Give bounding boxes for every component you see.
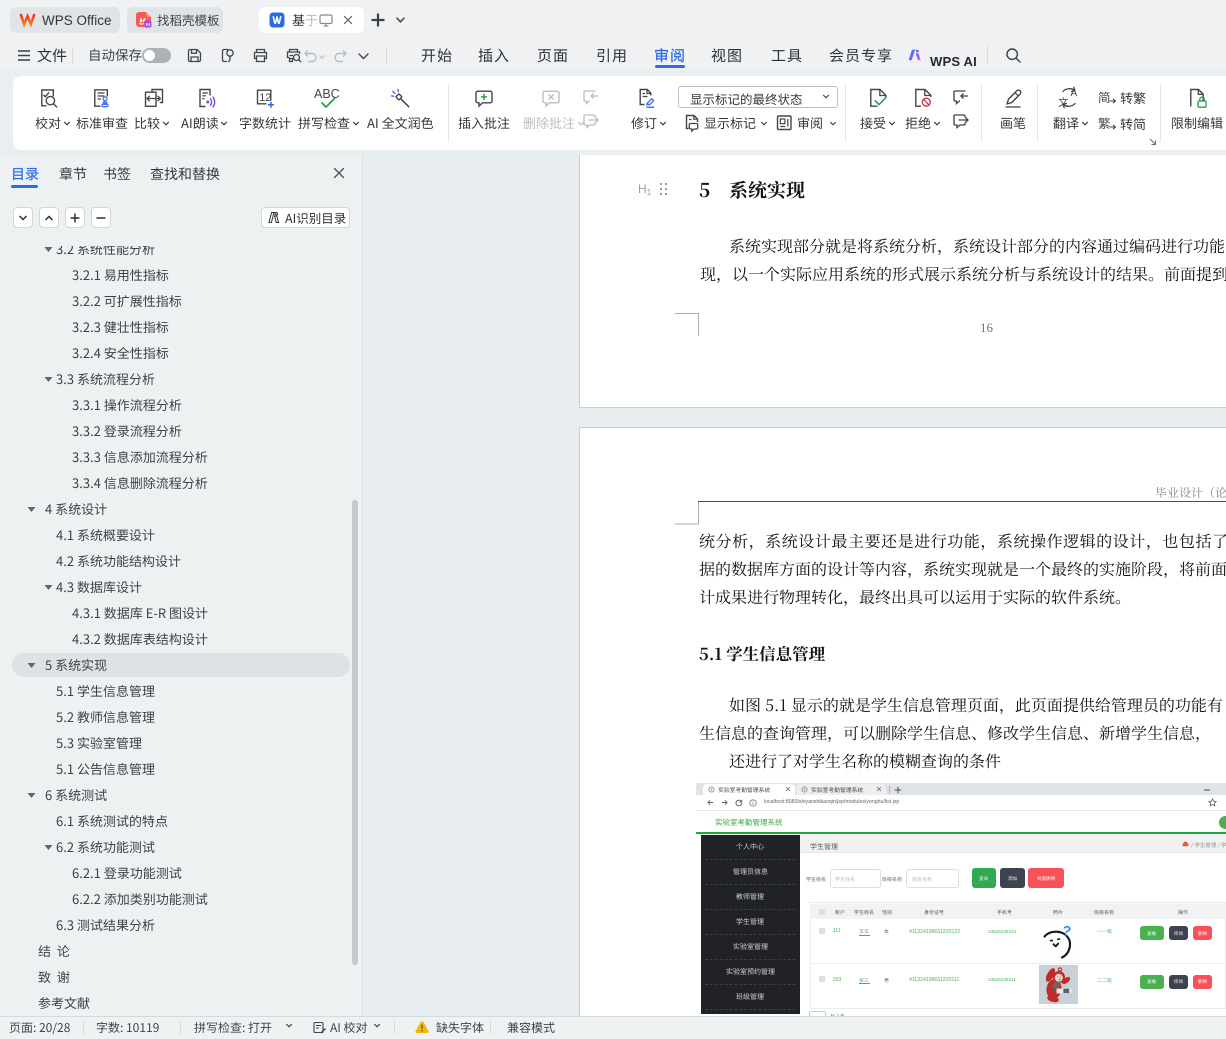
- svg-text:AI: AI: [146, 22, 151, 27]
- svg-text:12: 12: [259, 92, 271, 104]
- svg-text:ABC: ABC: [314, 87, 340, 101]
